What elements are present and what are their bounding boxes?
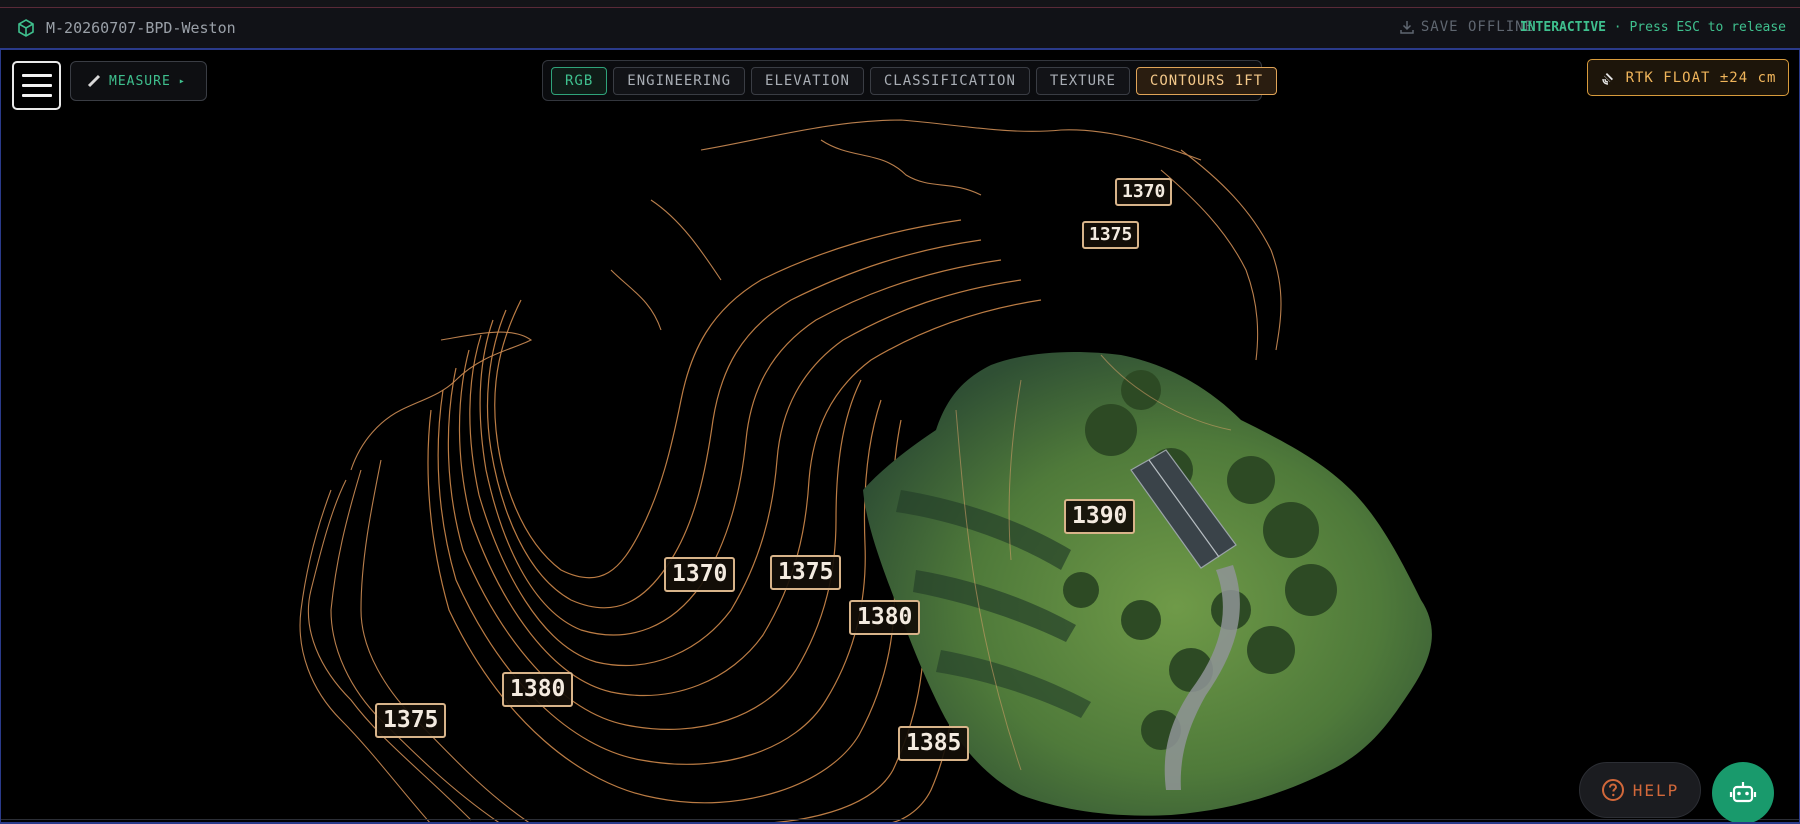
title-bar: M-20260707-BPD-Weston SAVE OFFLINE INTER…: [0, 8, 1800, 50]
measure-button[interactable]: MEASURE ▸: [70, 61, 207, 101]
contour-label: 1375: [770, 555, 842, 590]
rtk-status-text: RTK FLOAT ±24 cm: [1625, 69, 1777, 86]
mode-label: INTERACTIVE: [1519, 20, 1606, 35]
tab-rgb[interactable]: RGB: [551, 66, 608, 95]
tab-contours[interactable]: CONTOURS 1FT: [1135, 66, 1278, 95]
hamburger-icon-bar: [21, 74, 52, 77]
tab-engineering[interactable]: ENGINEERING: [613, 66, 746, 95]
save-offline-label: SAVE OFFLINE: [1420, 19, 1534, 35]
mode-hint: · Press ESC to release: [1605, 20, 1786, 35]
contour-label: 1380: [849, 600, 921, 635]
mission-name: M-20260707-BPD-Weston: [46, 19, 236, 37]
top-accent-bar: [0, 0, 1800, 8]
interactive-mode-status: INTERACTIVE · Press ESC to release: [1520, 20, 1786, 35]
main-menu-button[interactable]: [12, 61, 61, 110]
hamburger-icon-bar: [21, 94, 52, 97]
layer-tab-bar: RGB ENGINEERING ELEVATION CLASSIFICATION…: [542, 60, 1278, 101]
help-label: HELP: [1632, 780, 1680, 800]
contour-label: 1390: [1064, 499, 1136, 534]
map-viewport[interactable]: MEASURE ▸ RGB ENGINEERING ELEVATION CLAS…: [0, 50, 1800, 824]
ruler-icon: [87, 74, 101, 88]
robot-icon: [1729, 782, 1757, 803]
help-button[interactable]: HELP: [1579, 762, 1701, 818]
help-circle-icon: [1601, 779, 1624, 801]
measure-label: MEASURE: [109, 73, 171, 89]
satellite-off-icon: [1600, 70, 1615, 85]
contour-map[interactable]: [1, 50, 1800, 824]
contour-label: 1370: [1115, 178, 1173, 206]
tab-elevation[interactable]: ELEVATION: [751, 66, 864, 95]
cube-icon: [18, 19, 34, 37]
save-offline-button[interactable]: SAVE OFFLINE: [1399, 19, 1534, 35]
contour-label: 1375: [1082, 221, 1140, 249]
contour-label: 1370: [664, 557, 736, 592]
contour-label: 1375: [375, 703, 447, 738]
rtk-status-badge[interactable]: RTK FLOAT ±24 cm: [1587, 59, 1789, 96]
tab-classification[interactable]: CLASSIFICATION: [869, 66, 1030, 95]
contour-label: 1385: [898, 726, 970, 761]
assistant-bot-button[interactable]: [1712, 762, 1774, 822]
measure-caret-icon: ▸: [178, 75, 186, 87]
contour-label: 1380: [502, 672, 574, 707]
tab-texture[interactable]: TEXTURE: [1035, 66, 1130, 95]
download-icon: [1400, 21, 1414, 34]
status-divider: [1, 819, 1799, 820]
hamburger-icon-bar: [21, 84, 52, 87]
